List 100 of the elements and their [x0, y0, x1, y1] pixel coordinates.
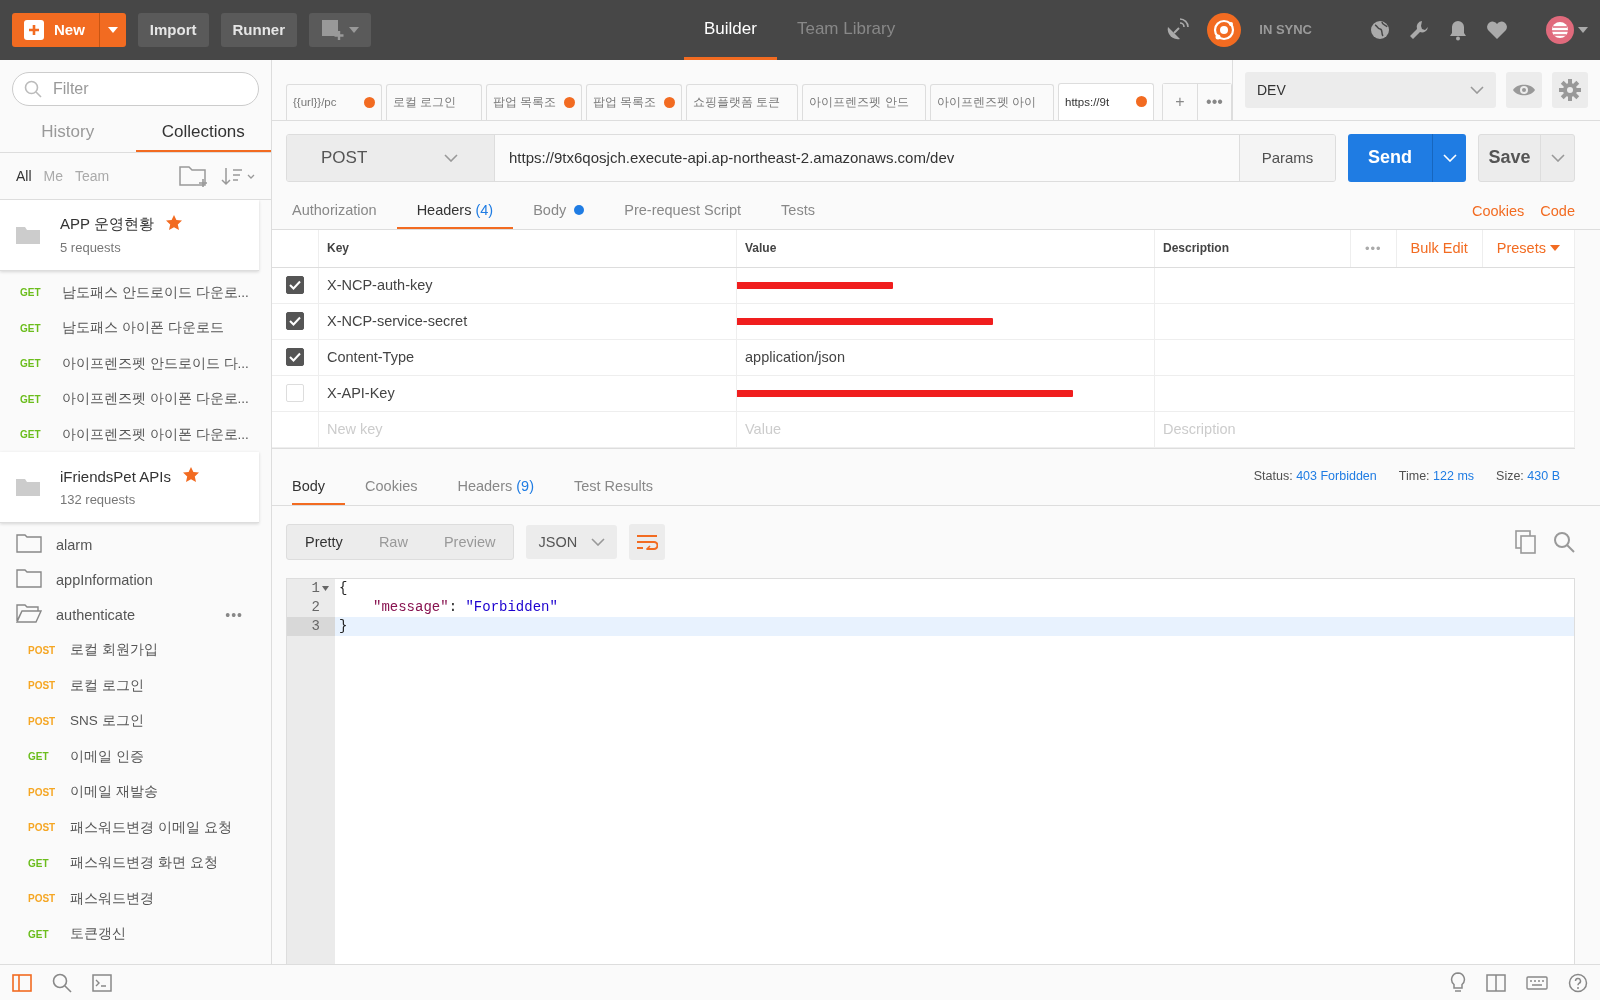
star-icon [182, 467, 199, 484]
request-tab[interactable]: 쇼핑플랫폼 토큰 [686, 83, 799, 120]
request-item[interactable]: POST SNS 로그인 [0, 703, 259, 739]
checkbox[interactable] [286, 276, 304, 295]
console-icon[interactable] [92, 973, 112, 992]
caret-icon [1578, 26, 1588, 33]
header-value[interactable]: application/json [745, 349, 845, 366]
header-key[interactable]: X-NCP-service-secret [327, 313, 468, 330]
search-icon[interactable] [52, 972, 72, 993]
header-key[interactable]: X-NCP-auth-key [327, 277, 433, 294]
request-section-tab[interactable]: Headers (4) [396, 192, 514, 229]
scope-filter[interactable]: All [16, 167, 32, 184]
request-tab[interactable]: 아이프렌즈펫 안드 [802, 83, 927, 120]
sidebar-tab[interactable]: Collections [135, 113, 271, 152]
lightbulb-icon[interactable] [1450, 971, 1466, 994]
sync-status: IN SYNC [1259, 22, 1312, 38]
request-item[interactable]: POST 로컬 로그인 [0, 667, 259, 704]
request-item[interactable]: GET 아이프렌즈펫 안드로이드 다... [0, 345, 259, 382]
request-section-tab[interactable]: Authorization [292, 192, 397, 229]
request-count: 5 requests [60, 239, 122, 255]
more-tabs-button[interactable]: ••• [1197, 83, 1231, 120]
request-item[interactable]: GET 남도패스 아이폰 다운로드 [0, 310, 259, 346]
response-stat: Time: 122 ms [1398, 468, 1475, 483]
response-tab[interactable]: Headers (9) [437, 468, 554, 505]
wrap-lines-button[interactable] [629, 524, 666, 561]
settings-button[interactable] [1552, 71, 1588, 108]
new-folder-icon[interactable] [179, 163, 209, 188]
check-icon [289, 352, 301, 363]
header-key[interactable]: X-API-Key [327, 385, 395, 402]
request-tab[interactable]: 팝업 목록조 [486, 83, 582, 120]
folder-icon [16, 533, 42, 554]
help-icon[interactable] [1568, 972, 1588, 993]
avatar-icon[interactable] [1546, 15, 1574, 44]
response-tab[interactable]: Body [292, 468, 346, 505]
bell-icon[interactable] [1448, 18, 1468, 41]
heart-icon[interactable] [1486, 19, 1508, 40]
new-window-button[interactable] [309, 12, 371, 47]
collection-name: iFriendsPet APIs [60, 468, 171, 486]
line-number: 2 [310, 598, 321, 617]
response-tab[interactable]: Test Results [554, 468, 673, 505]
environment-select[interactable]: DEV [1245, 71, 1496, 108]
folder-icon [16, 478, 40, 497]
request-item[interactable]: GET 토큰갱신 [0, 916, 259, 952]
checkbox[interactable] [286, 348, 304, 367]
request-section-tab[interactable]: Body [513, 192, 605, 229]
satellite-dish-icon[interactable] [1165, 17, 1190, 42]
sidebar-toggle-icon[interactable] [12, 973, 32, 992]
folder-icon [16, 225, 40, 244]
sort-icon[interactable] [221, 165, 255, 186]
toolbar-button[interactable]: Runner [220, 12, 297, 47]
sync-icon[interactable] [1207, 12, 1242, 47]
wrench-icon[interactable] [1408, 18, 1430, 41]
request-item[interactable]: GET 아이프렌즈펫 아이폰 다운로... [0, 381, 259, 417]
gear-icon [1559, 78, 1581, 101]
request-tab[interactable]: 로컬 로그인 [386, 83, 482, 120]
response-stat: Status: 403 Forbidden [1253, 468, 1377, 483]
collection-name: APP 운영현황 [60, 214, 154, 234]
request-item[interactable]: POST 패스워드변경 이메일 요청 [0, 809, 259, 846]
request-item[interactable]: GET 이메일 인증 [0, 738, 259, 775]
collection-item[interactable]: APP 운영현황 5 requests [0, 199, 259, 271]
nav-tab[interactable]: Builder [684, 0, 777, 60]
copy-icon[interactable] [1515, 530, 1537, 555]
request-section-tab[interactable]: Tests [761, 192, 835, 229]
response-tab[interactable]: Cookies [345, 468, 438, 505]
filter-field[interactable]: Filter [12, 71, 259, 106]
keyboard-icon[interactable] [1526, 975, 1548, 990]
request-tab[interactable]: 아이프렌즈펫 아이 [930, 83, 1054, 120]
view-toggle[interactable]: Pretty [287, 525, 361, 560]
line-number: 3 [287, 616, 335, 636]
request-item[interactable]: POST 이메일 재발송 [0, 774, 259, 810]
folder-item[interactable]: alarm [0, 527, 259, 563]
request-item[interactable]: GET 아이프렌즈펫 아이폰 다운로... [0, 416, 259, 453]
request-count: 132 requests [60, 492, 137, 508]
globe-icon[interactable] [1370, 19, 1390, 40]
request-item[interactable]: GET 남도패스 안드로이드 다운로... [0, 274, 259, 311]
request-item[interactable]: POST 로컬 회원가입 [0, 632, 259, 668]
request-tab[interactable]: https://9t [1058, 82, 1154, 120]
chevron-icon [1470, 85, 1484, 94]
plus-icon [24, 19, 44, 40]
header-key[interactable]: Content-Type [327, 349, 415, 366]
search-icon[interactable] [1553, 531, 1575, 554]
caret-icon [1550, 245, 1560, 252]
request-item[interactable]: GET 패스워드변경 화면 요청 [0, 845, 259, 881]
format-select[interactable]: JSON [526, 525, 618, 560]
chevron-icon [591, 538, 606, 547]
folder-item[interactable]: authenticate ••• [0, 597, 259, 633]
environment-preview-button[interactable] [1506, 71, 1542, 108]
code-line: "message": "Forbidden" [372, 598, 559, 617]
response-stat: Size: 430 B [1496, 468, 1560, 483]
two-pane-icon[interactable] [1486, 973, 1506, 992]
fold-icon[interactable] [322, 585, 329, 591]
checkbox[interactable] [286, 312, 304, 331]
window-plus-icon [321, 18, 345, 41]
folder-item[interactable]: appInformation [0, 562, 259, 598]
request-tab[interactable]: 팝업 목록조 [586, 83, 682, 120]
request-section-tab[interactable]: Pre-request Script [604, 192, 762, 229]
request-tab[interactable]: {{url}}/pc [286, 83, 382, 120]
toolbar-button[interactable]: Import [137, 12, 209, 47]
request-item[interactable]: POST 패스워드변경 [0, 880, 259, 917]
collection-item[interactable]: iFriendsPet APIs 132 requests [0, 452, 259, 524]
